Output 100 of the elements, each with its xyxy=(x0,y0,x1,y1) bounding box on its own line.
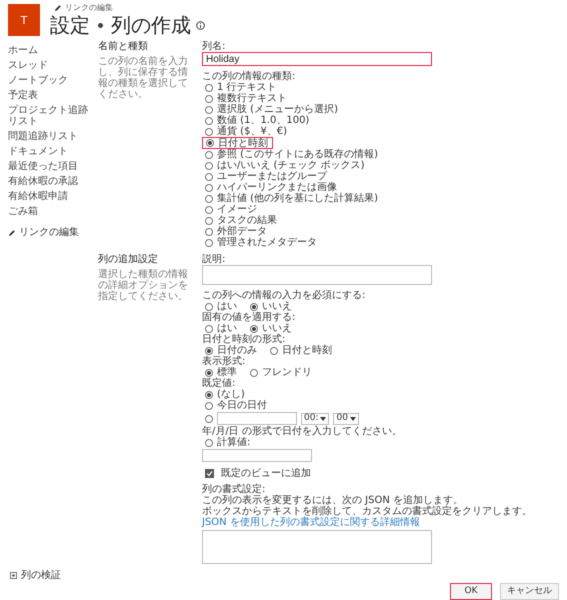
radio-button[interactable] xyxy=(205,438,213,446)
option-label: 日付と時刻 xyxy=(218,138,268,148)
section-description: この列の名前を入力し、列に保存する情報の種類を選択してください。 xyxy=(98,56,189,100)
field-label: 列名: xyxy=(202,41,226,52)
radio-button[interactable] xyxy=(205,390,213,398)
option-label: 今日の日付 xyxy=(217,400,267,411)
nav-link[interactable]: スレッド xyxy=(8,60,94,71)
field-label: 列の書式設定: xyxy=(202,484,266,495)
option-label: 日付と時刻 xyxy=(282,345,332,356)
pencil-icon xyxy=(8,228,16,236)
nav-link[interactable]: ノートブック xyxy=(8,75,94,86)
radio-button[interactable] xyxy=(205,184,213,192)
radio-button[interactable] xyxy=(205,84,213,92)
option-label: フレンドリ xyxy=(262,367,312,378)
radio-button[interactable] xyxy=(205,150,213,158)
json-format-field[interactable] xyxy=(202,530,432,564)
radio-button[interactable] xyxy=(205,302,213,310)
option-label: 1 行テキスト xyxy=(217,82,277,93)
caret-icon xyxy=(320,416,326,420)
radio-button[interactable] xyxy=(205,162,213,170)
site-logo[interactable]: T xyxy=(8,4,40,36)
option-label: 通貨 ($、¥、€) xyxy=(217,126,288,137)
cancel-button[interactable]: キャンセル xyxy=(500,583,559,600)
validation-link[interactable]: 列の検証 xyxy=(21,570,61,581)
time-dropdown[interactable]: 00 xyxy=(333,412,359,424)
option-label: 参照 (このサイトにある既存の情報) xyxy=(217,149,378,160)
nav-link[interactable]: プロジェクト追跡リスト xyxy=(8,105,94,127)
calculated-value-field[interactable] xyxy=(202,449,312,462)
checkbox[interactable] xyxy=(205,468,214,478)
option-label: 日付のみ xyxy=(217,345,257,356)
radio-button[interactable] xyxy=(205,216,213,224)
time-dropdown[interactable]: 00: xyxy=(301,412,330,424)
checkbox-label: 既定のビューに追加 xyxy=(221,468,311,478)
edit-links-link[interactable]: リンクの編集 xyxy=(19,227,79,238)
field-label: 日付と時刻の形式: xyxy=(202,334,286,345)
radio-button[interactable] xyxy=(205,414,213,422)
radio-button[interactable] xyxy=(205,228,213,236)
radio-button[interactable] xyxy=(205,402,213,410)
nav-link[interactable]: 予定表 xyxy=(8,90,94,101)
option-label: いいえ xyxy=(262,323,292,334)
nav-link[interactable]: 問題追跡リスト xyxy=(8,131,94,142)
option-label: 外部データ xyxy=(217,226,267,237)
option-label: ハイパーリンクまたは画像 xyxy=(217,182,337,193)
section-title: 列の追加設定 xyxy=(98,254,159,265)
radio-button[interactable] xyxy=(205,324,213,332)
radio-button[interactable] xyxy=(206,139,214,147)
nav-link[interactable]: ドキュメント xyxy=(8,146,94,157)
radio-button[interactable] xyxy=(205,206,213,214)
option-label: 集計値 (他の列を基にした計算結果) xyxy=(217,193,378,204)
breadcrumb-title[interactable]: 設定 xyxy=(50,13,90,37)
nav-link[interactable]: 有給休暇の承認 xyxy=(8,176,94,187)
info-icon[interactable] xyxy=(196,20,205,30)
field-label: 説明: xyxy=(202,254,226,265)
ok-button[interactable]: OK xyxy=(450,583,492,600)
radio-button[interactable] xyxy=(205,106,213,114)
pencil-icon xyxy=(54,4,62,12)
field-label: この列の情報の種類: xyxy=(202,71,296,82)
hint-text: 年/月/日 の形式で日付を入力してください。 xyxy=(202,426,403,437)
section-title: 名前と種類 xyxy=(98,41,149,52)
option-label: 数値 (1、1.0、100) xyxy=(217,115,310,126)
field-label: 固有の値を適用する: xyxy=(202,312,296,323)
section-description: 選択した種類の情報の詳細オプションを指定してください。 xyxy=(98,269,189,302)
nav-link[interactable]: ホーム xyxy=(8,45,94,56)
edit-links-link[interactable]: リンクの編集 xyxy=(65,3,113,13)
option-label: はい xyxy=(217,301,237,312)
nav-link[interactable]: ごみ箱 xyxy=(8,206,94,217)
help-text: この列の表示を変更するには、次の JSON を追加します。 xyxy=(202,495,464,506)
option-label: はい xyxy=(217,323,237,334)
description-field[interactable] xyxy=(202,265,432,285)
option-label: ユーザーまたはグループ xyxy=(217,171,327,182)
option-label: イメージ xyxy=(217,204,257,215)
radio-button[interactable] xyxy=(205,128,213,136)
option-label: タスクの結果 xyxy=(217,215,277,226)
help-link[interactable]: JSON を使用した列の書式設定に関する詳細情報 xyxy=(202,517,559,528)
breadcrumb-title: 列の作成 xyxy=(111,13,191,37)
radio-button[interactable] xyxy=(250,302,258,310)
radio-button[interactable] xyxy=(205,94,213,102)
option-label: 選択肢 (メニューから選択) xyxy=(217,104,338,115)
nav-link[interactable]: 最近使った項目 xyxy=(8,161,94,172)
separator-icon xyxy=(98,22,103,28)
nav-link[interactable]: 有給休暇申請 xyxy=(8,191,94,202)
radio-button[interactable] xyxy=(270,346,278,354)
radio-button[interactable] xyxy=(250,324,258,332)
option-label: 標準 xyxy=(217,367,237,378)
radio-button[interactable] xyxy=(205,194,213,202)
option-label: 計算値: xyxy=(217,437,250,448)
option-label: いいえ xyxy=(262,301,292,312)
radio-button[interactable] xyxy=(205,116,213,124)
radio-button[interactable] xyxy=(205,238,213,246)
radio-button[interactable] xyxy=(205,368,213,376)
option-label: (なし) xyxy=(217,389,245,400)
expand-icon[interactable] xyxy=(10,572,17,579)
field-label: 表示形式: xyxy=(202,356,246,367)
option-label: はい/いいえ (チェック ボックス) xyxy=(217,160,365,171)
option-label: 管理されたメタデータ xyxy=(217,237,317,248)
radio-button[interactable] xyxy=(205,172,213,180)
radio-button[interactable] xyxy=(205,346,213,354)
date-field[interactable] xyxy=(217,412,297,425)
radio-button[interactable] xyxy=(250,368,258,376)
column-name-field[interactable]: Holiday xyxy=(202,52,432,66)
